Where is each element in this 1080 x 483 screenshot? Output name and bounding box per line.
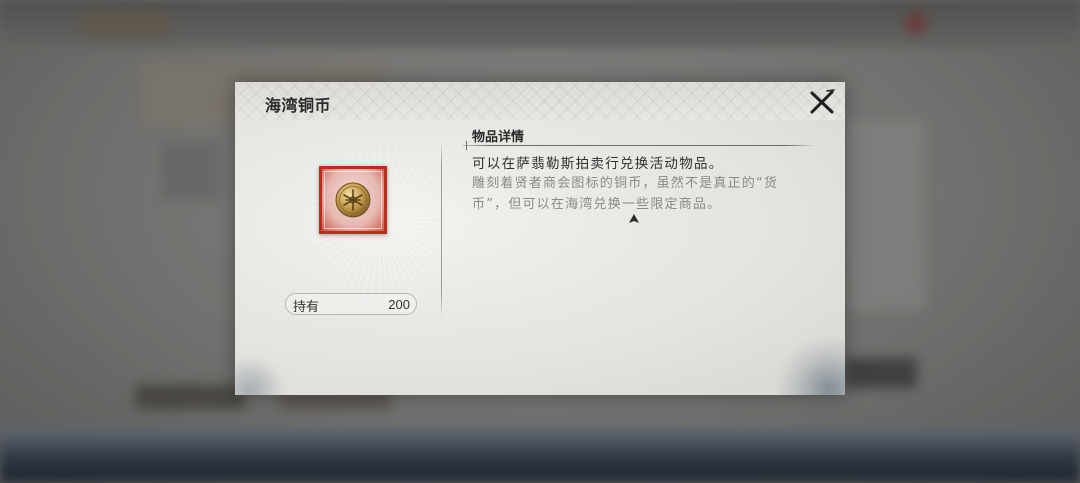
item-detail-popup: 海湾铜币 持有 200 物品详情 可以在萨翡勒斯拍卖行兑换活动物品。 雕刻着贤者… [235,82,845,395]
vertical-divider [441,140,442,318]
ink-decoration [235,355,285,395]
cursor-icon [629,214,639,223]
item-icon-frame[interactable] [319,166,387,234]
popup-title: 海湾铜币 [265,96,332,115]
close-button[interactable] [807,87,837,117]
hold-count-box: 持有 200 [285,293,417,315]
close-x-icon [810,89,835,114]
hold-label: 持有 [293,300,320,315]
bay-copper-coin-icon [335,182,371,218]
item-description: 可以在萨翡勒斯拍卖行兑换活动物品。 [472,156,724,172]
details-divider [463,141,815,150]
ink-decoration [775,335,845,395]
details-heading: 物品详情 [472,130,525,145]
item-flavor-text: 雕刻着贤者商会图标的铜币，虽然不是真正的“货币”，但可以在海湾兑换一些限定商品。 [472,176,779,212]
hold-count: 200 [388,297,410,312]
